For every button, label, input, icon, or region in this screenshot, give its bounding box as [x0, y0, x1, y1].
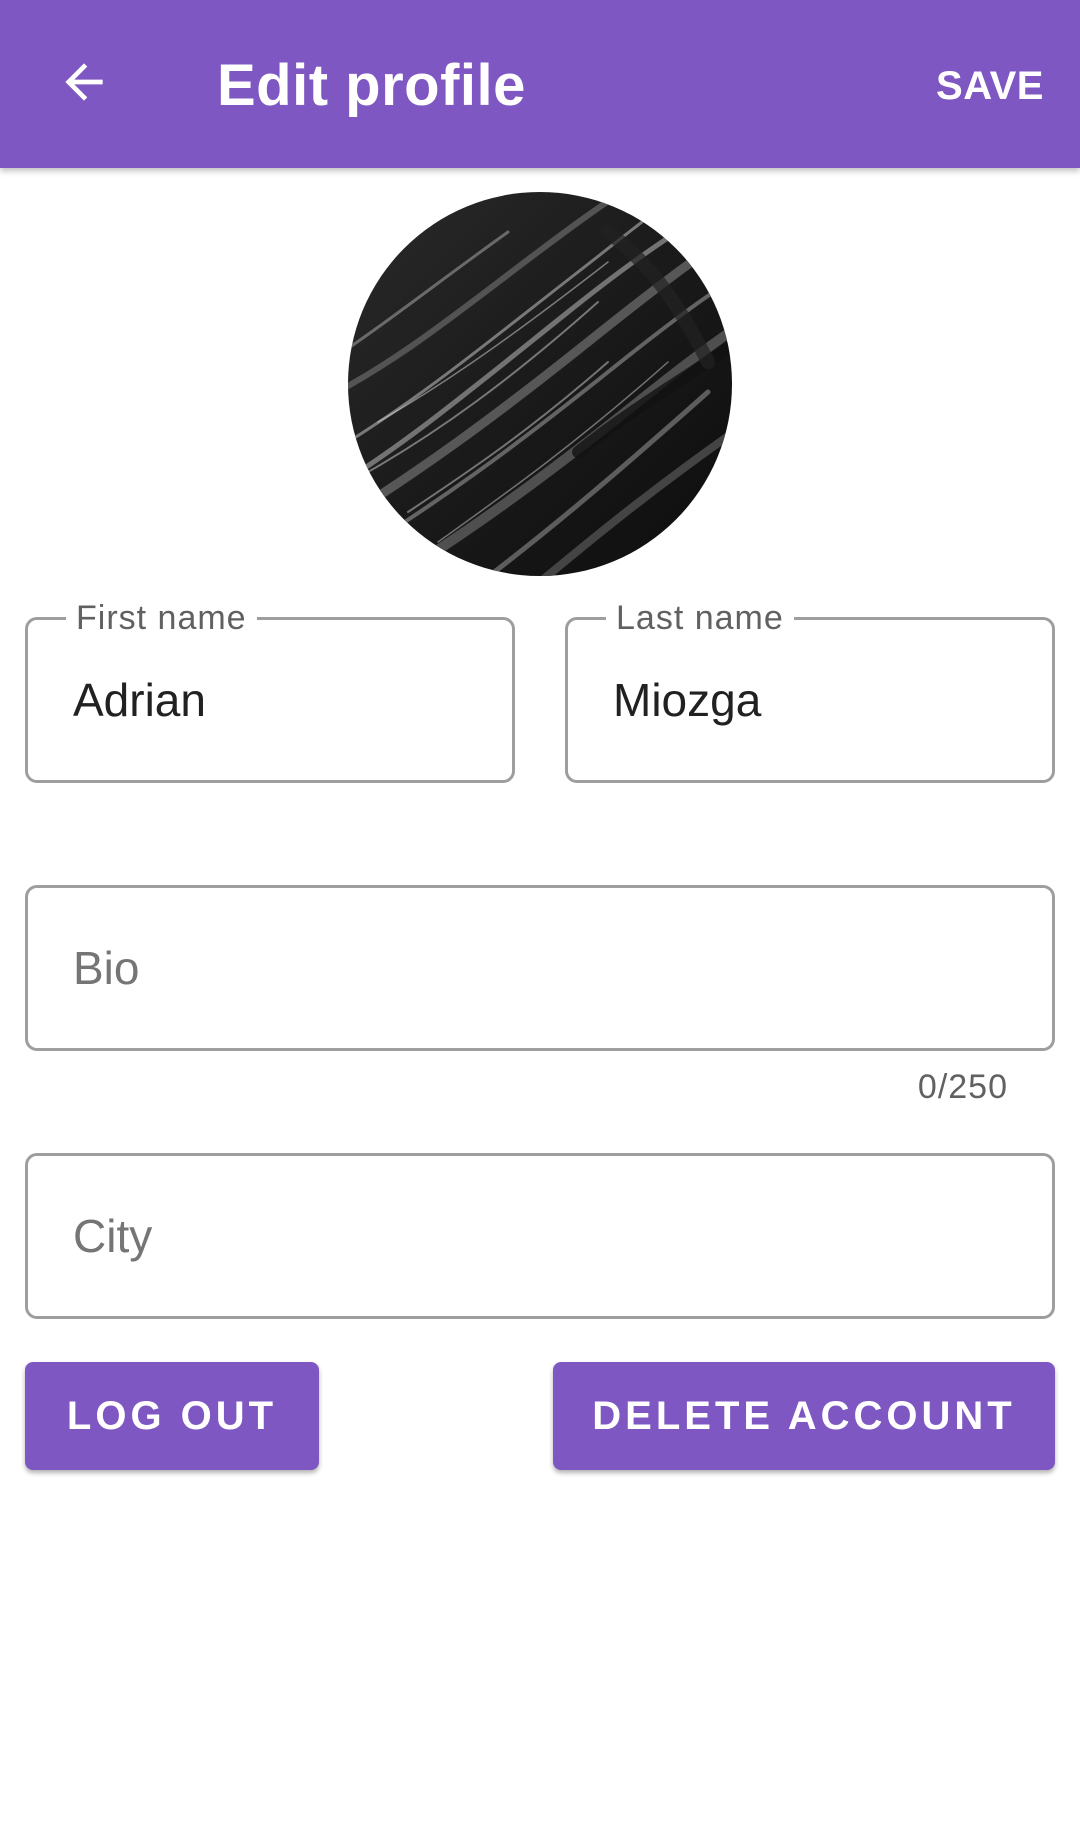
avatar-image [348, 192, 732, 576]
last-name-input[interactable] [613, 670, 1022, 730]
profile-avatar[interactable] [348, 192, 732, 576]
last-name-field: Last name [565, 598, 1055, 783]
page-title: Edit profile [217, 53, 526, 118]
first-name-input[interactable] [73, 670, 482, 730]
save-button[interactable]: SAVE [936, 58, 1044, 114]
bio-field [25, 885, 1055, 1051]
first-name-label: First name [66, 598, 257, 638]
first-name-field: First name [25, 598, 515, 783]
city-input[interactable] [73, 1206, 1022, 1266]
back-button[interactable] [44, 44, 124, 124]
app-bar: Edit profile SAVE [0, 0, 1080, 168]
last-name-label: Last name [606, 598, 794, 638]
arrow-left-icon [56, 54, 112, 115]
edit-profile-screen: Edit profile SAVE First name Adrian Last… [0, 0, 1080, 1848]
log-out-button[interactable]: LOG OUT [25, 1362, 319, 1470]
bio-input[interactable] [73, 938, 1022, 998]
bio-character-counter: 0/250 [917, 1068, 1008, 1106]
delete-account-button[interactable]: DELETE ACCOUNT [553, 1362, 1055, 1470]
city-field [25, 1153, 1055, 1319]
